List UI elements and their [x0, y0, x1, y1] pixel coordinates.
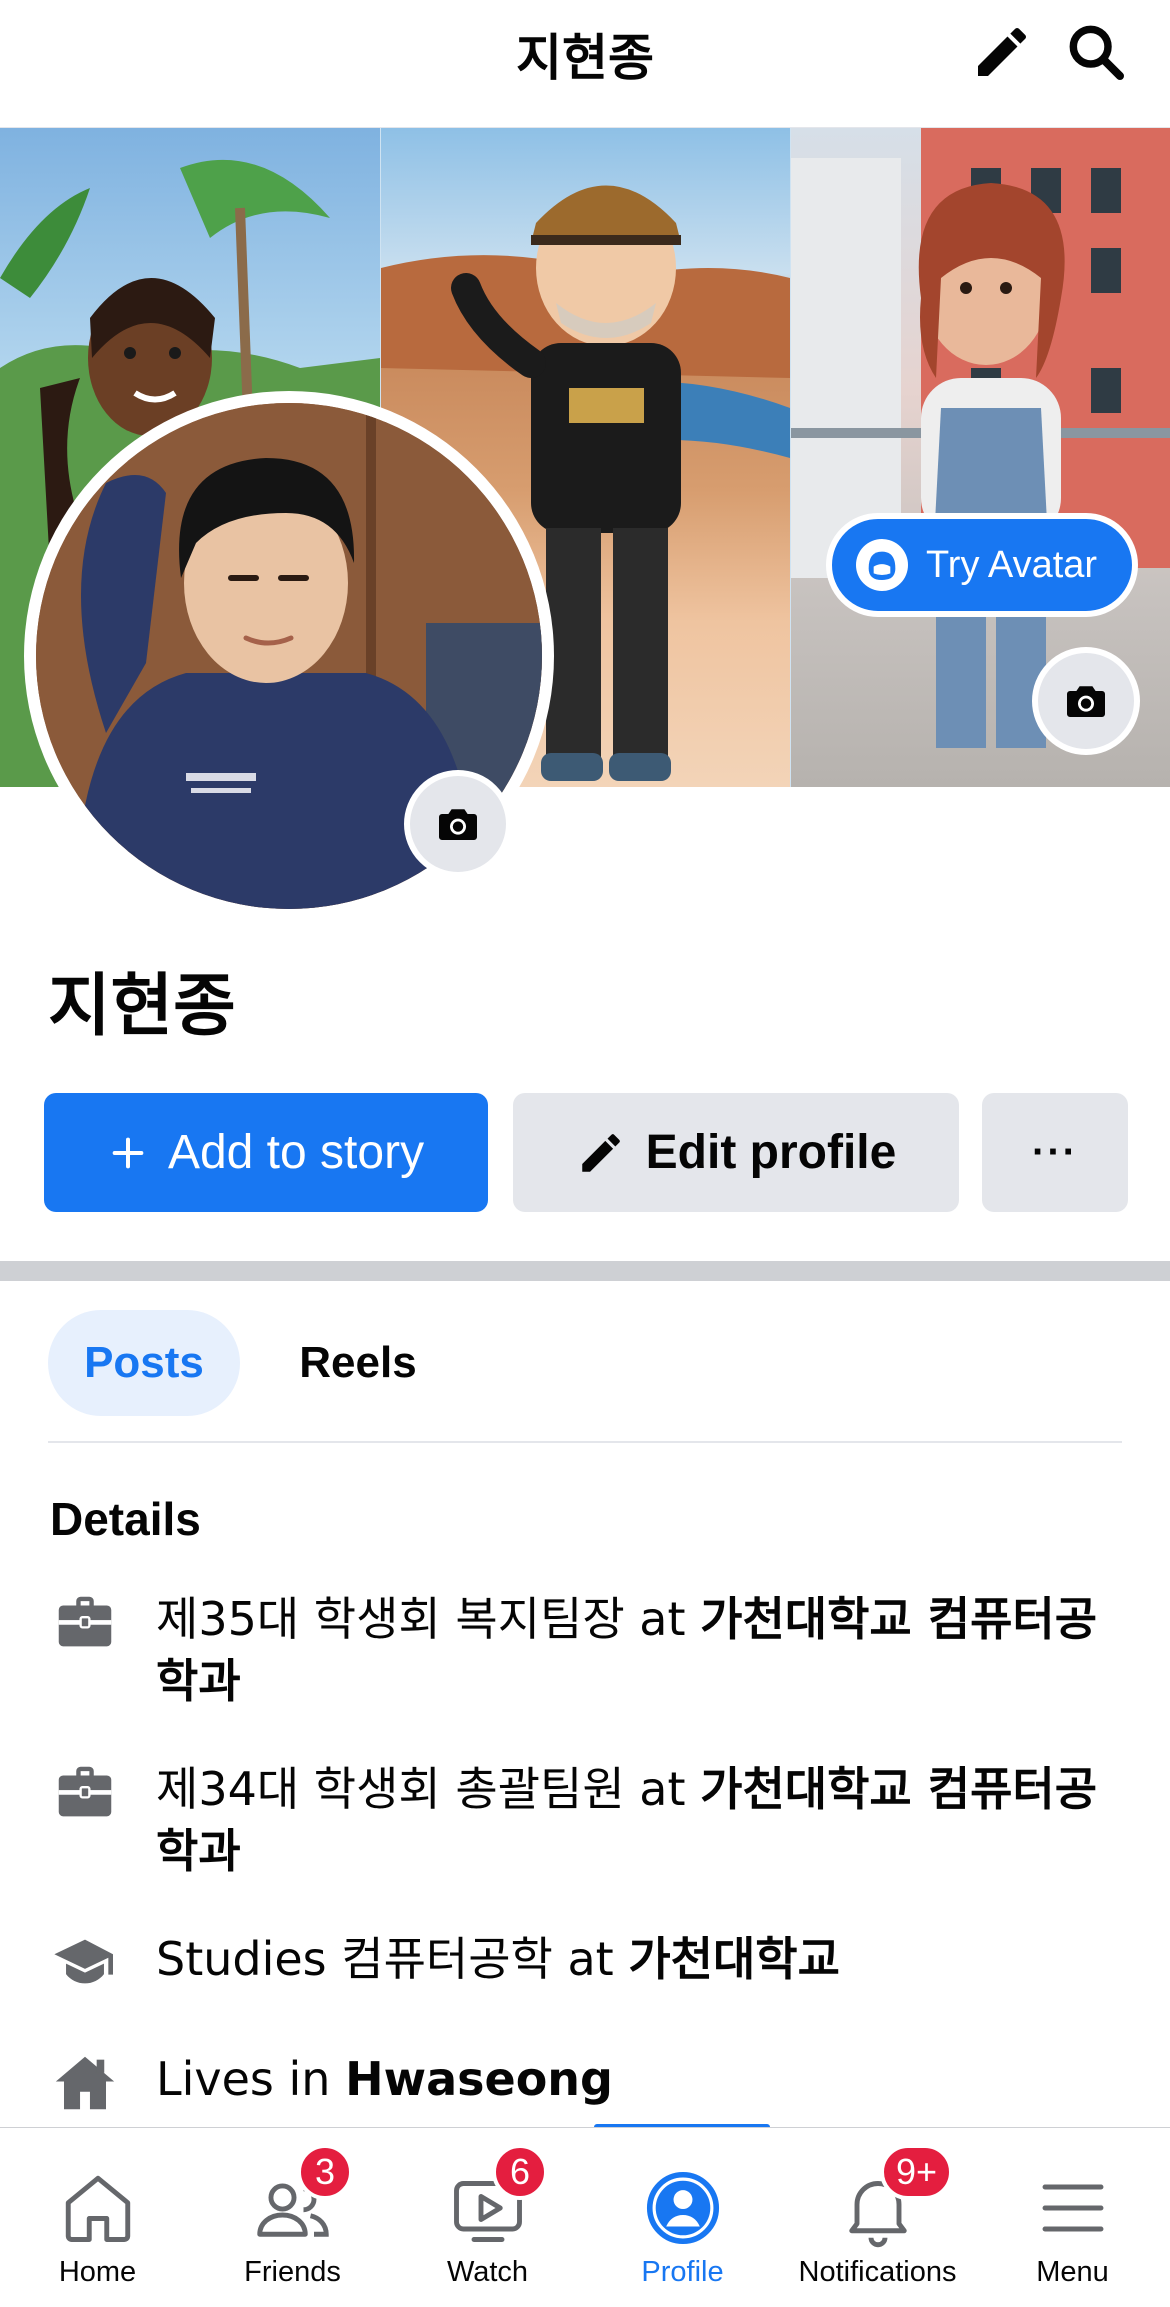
detail-text: Lives in [156, 2052, 346, 2106]
briefcase-icon [50, 1758, 120, 1828]
home-icon [65, 2175, 130, 2242]
detail-text: Studies 컴퓨터공학 at [156, 1932, 629, 1986]
notifications-badge: 9+ [880, 2144, 954, 2200]
nav-notifications-label: Notifications [798, 2256, 957, 2288]
detail-item-education: Studies 컴퓨터공학 at 가천대학교 [50, 1928, 1130, 1998]
nav-friends[interactable]: 3 Friends [195, 2128, 390, 2307]
nav-home[interactable]: Home [0, 2128, 195, 2307]
avatar-face-icon [856, 539, 908, 591]
pencil-icon [581, 1133, 620, 1172]
briefcase-icon [50, 1588, 120, 1658]
more-dots-icon: ··· [1032, 1130, 1078, 1174]
menu-icon [1042, 2184, 1103, 2232]
nav-profile-label: Profile [641, 2256, 724, 2288]
search-icon[interactable] [1064, 20, 1128, 84]
more-options-button[interactable]: ··· [982, 1093, 1128, 1212]
detail-text: 제35대 학생회 복지팀장 at [156, 1592, 701, 1646]
bottom-navigation: Home 3 Friends 6 Watch Profile 9+ Notifi… [0, 2127, 1170, 2307]
nav-friends-label: Friends [244, 2256, 341, 2288]
section-divider [0, 1261, 1170, 1281]
nav-watch-label: Watch [446, 2256, 529, 2288]
detail-item-location: Lives in Hwaseong [50, 2048, 1130, 2118]
home-icon [50, 2048, 120, 2118]
plus-icon [112, 1137, 144, 1168]
try-avatar-button[interactable]: Try Avatar [826, 513, 1138, 617]
camera-icon [1067, 686, 1105, 717]
nav-home-label: Home [58, 2256, 137, 2288]
profile-picture-camera-button[interactable] [404, 770, 512, 878]
nav-menu-label: Menu [1036, 2256, 1109, 2288]
try-avatar-label: Try Avatar [926, 543, 1098, 586]
nav-notifications[interactable]: 9+ Notifications [780, 2128, 975, 2307]
nav-menu[interactable]: Menu [975, 2128, 1170, 2307]
profile-name: 지현종 [48, 967, 236, 1046]
cover-camera-button[interactable] [1032, 647, 1140, 755]
tab-reels[interactable]: Reels [270, 1310, 446, 1416]
add-to-story-button[interactable]: Add to story [44, 1093, 488, 1212]
details-heading: Details [50, 1493, 201, 1545]
tab-posts[interactable]: Posts [48, 1310, 240, 1416]
profile-icon [646, 2171, 719, 2245]
pencil-icon[interactable] [970, 20, 1034, 84]
friends-badge: 3 [297, 2144, 353, 2200]
graduation-cap-icon [50, 1928, 120, 1998]
nav-profile[interactable]: Profile [585, 2128, 780, 2307]
detail-item-work-2: 제34대 학생회 총괄팀원 at 가천대학교 컴퓨터공학과 [50, 1758, 1130, 1882]
detail-place[interactable]: Hwaseong [345, 2052, 613, 2106]
add-to-story-label: Add to story [167, 1126, 425, 1179]
camera-icon [439, 809, 477, 840]
edit-profile-button[interactable]: Edit profile [513, 1093, 959, 1212]
tabs-divider [48, 1441, 1122, 1443]
top-bar: 지현종 [0, 0, 1170, 128]
watch-badge: 6 [492, 2144, 548, 2200]
detail-place[interactable]: 가천대학교 [628, 1932, 840, 1986]
nav-watch[interactable]: 6 Watch [390, 2128, 585, 2307]
edit-profile-label: Edit profile [645, 1126, 897, 1179]
detail-item-work-1: 제35대 학생회 복지팀장 at 가천대학교 컴퓨터공학과 [50, 1588, 1130, 1712]
detail-text: 제34대 학생회 총괄팀원 at [156, 1762, 701, 1816]
